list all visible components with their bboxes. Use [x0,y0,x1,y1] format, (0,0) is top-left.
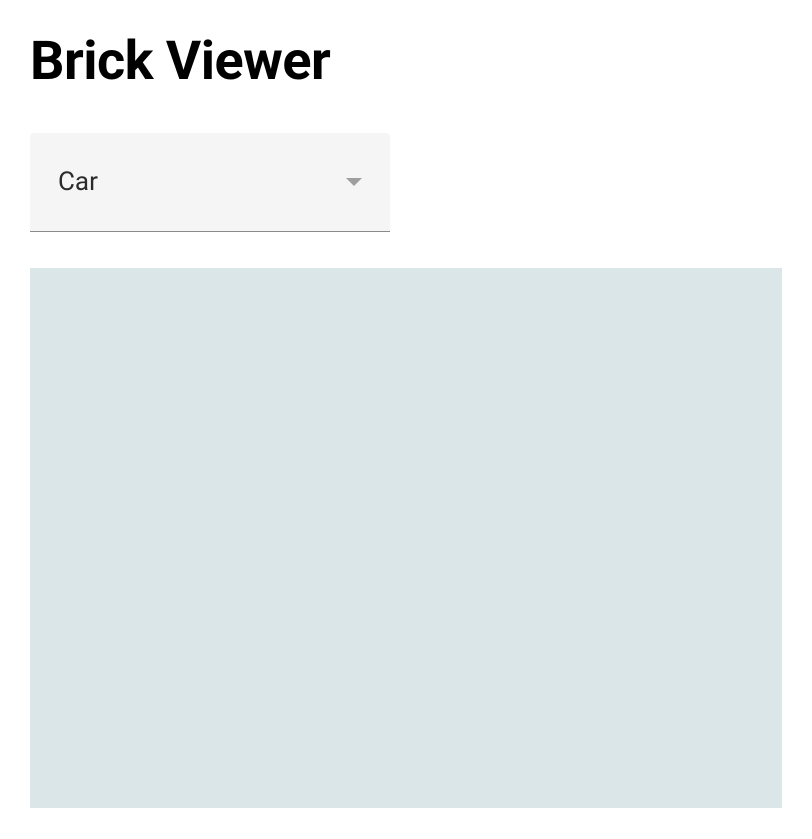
model-select[interactable]: Car [30,133,390,232]
viewer-panel[interactable] [30,268,782,808]
model-select-value: Car [58,167,98,197]
chevron-down-icon [346,178,362,186]
page-title: Brick Viewer [30,30,782,93]
